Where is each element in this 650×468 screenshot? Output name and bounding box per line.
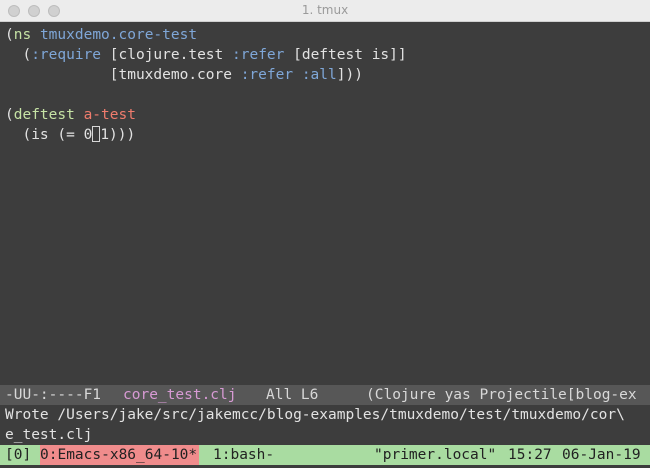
- code-text: (: [5, 47, 32, 63]
- mode-line-buffer-name[interactable]: core_test.clj: [123, 385, 237, 405]
- code-keyword: :require: [31, 47, 102, 63]
- code-text: (: [5, 27, 14, 43]
- emacs-mode-line: -UU-:----F1 core_test.clj All L6 (Clojur…: [0, 385, 650, 405]
- terminal-window: 1. tmux (ns tmuxdemo.core-test (:require…: [0, 0, 650, 468]
- echo-area-line-1: Wrote /Users/jake/src/jakemcc/blog-examp…: [5, 407, 625, 423]
- code-text: ])): [336, 67, 363, 83]
- code-keyword: :refer: [240, 67, 294, 83]
- code-test-name: a-test: [83, 107, 136, 123]
- code-text: (: [5, 107, 14, 123]
- code-text: 1))): [100, 127, 136, 143]
- code-keyword-deftest: deftest: [13, 107, 75, 123]
- tmux-window-0[interactable]: 0:Emacs-x86_64-10*: [40, 445, 200, 465]
- code-keyword: :refer: [232, 47, 285, 63]
- tmux-session-label: [0]: [5, 447, 32, 463]
- code-keyword: :all: [301, 67, 337, 83]
- tmux-window-1[interactable]: 1:bash-: [213, 445, 274, 465]
- title-bar: 1. tmux: [0, 0, 650, 22]
- code-line-5[interactable]: (deftest a-test: [5, 105, 136, 125]
- mode-line-position: All L6: [266, 387, 319, 403]
- tmux-host: "primer.local": [374, 447, 497, 463]
- code-text: [tmuxdemo.core: [5, 67, 241, 83]
- code-line-1[interactable]: (ns tmuxdemo.core-test: [5, 25, 197, 45]
- mode-line-flags: -UU-:----F1: [5, 387, 102, 403]
- window-title: 1. tmux: [301, 3, 349, 17]
- code-text: [deftest is]]: [284, 47, 407, 63]
- code-namespace: tmuxdemo.core-test: [39, 27, 198, 43]
- tmux-time: 15:27: [508, 447, 552, 463]
- code-keyword-ns: ns: [13, 27, 32, 43]
- echo-area-line-2: e_test.clj: [5, 427, 93, 443]
- code-text: (is (= 0: [5, 127, 93, 143]
- terminal-pane[interactable]: (ns tmuxdemo.core-test (:require [clojur…: [0, 23, 650, 468]
- code-line-6[interactable]: (is (= 0 1))): [5, 125, 135, 145]
- code-text: [clojure.test: [101, 47, 232, 63]
- tmux-status-bar: [0] 0:Emacs-x86_64-10* 1:bash- "primer.l…: [0, 445, 650, 465]
- code-line-3[interactable]: [tmuxdemo.core :refer :all])): [5, 65, 363, 85]
- mode-line-modes: (Clojure yas Projectile[blog-ex: [366, 387, 637, 403]
- code-line-2[interactable]: (:require [clojure.test :refer [deftest …: [5, 45, 407, 65]
- tmux-date: 06-Jan-19: [562, 447, 641, 463]
